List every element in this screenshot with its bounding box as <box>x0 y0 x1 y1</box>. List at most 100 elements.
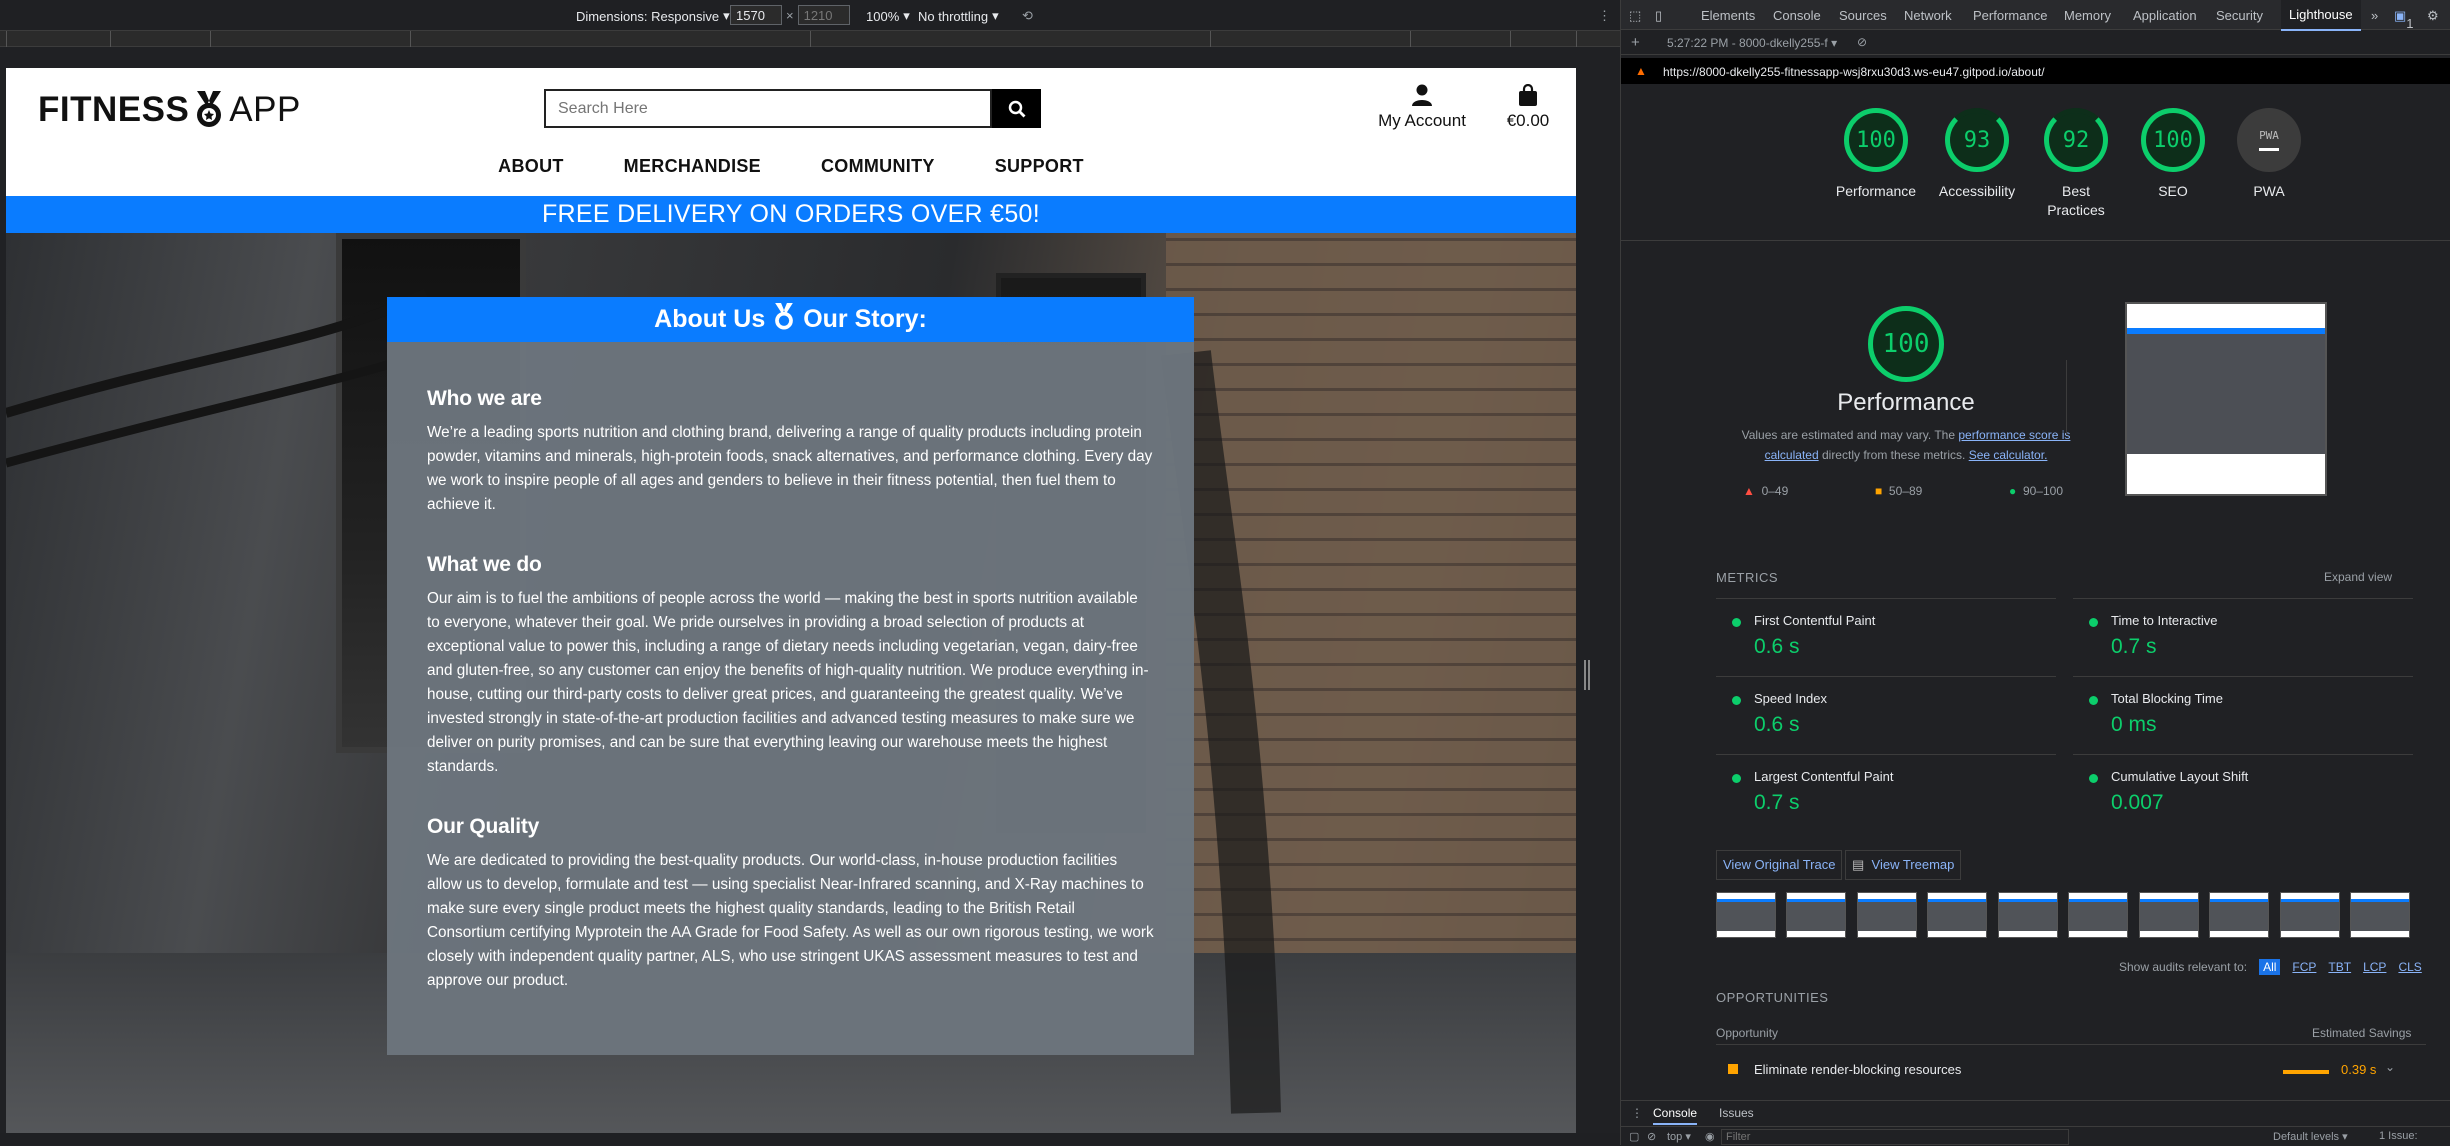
rotate-icon[interactable]: ⟲ <box>1022 8 1033 24</box>
eye-icon[interactable]: ◉ <box>1705 1130 1715 1143</box>
calculator-link[interactable]: See calculator. <box>1969 448 2048 462</box>
tab-console[interactable]: Console <box>1773 8 1821 23</box>
issues-badge[interactable]: ▣ 1 <box>2394 8 2414 31</box>
pwa-dash-icon <box>2259 148 2279 151</box>
cart-link[interactable]: €0.00 <box>1502 83 1554 131</box>
dimensions-select[interactable]: Dimensions: Responsive ▾ <box>576 8 730 24</box>
lighthouse-url-bar: ▲ https://8000-dkelly255-fitnessapp-wsj8… <box>1621 58 2450 84</box>
expand-view-toggle[interactable]: Expand view <box>2324 570 2392 584</box>
inspect-icon[interactable]: ⬚ <box>1629 8 1641 24</box>
context-select[interactable]: top ▾ <box>1667 1130 1691 1143</box>
add-icon[interactable]: + <box>1631 34 1640 51</box>
report-select[interactable]: 5:27:22 PM - 8000-dkelly255-f ▾ <box>1667 36 1837 50</box>
tab-sources[interactable]: Sources <box>1839 8 1887 23</box>
tab-performance[interactable]: Performance <box>1973 8 2047 23</box>
clear-console-icon[interactable]: ⊘ <box>1647 1130 1656 1143</box>
sidebar-toggle-icon[interactable]: ▢ <box>1629 1130 1639 1143</box>
throttle-select[interactable]: No throttling ▾ <box>918 8 999 24</box>
savings-column: Estimated Savings <box>2312 1026 2412 1040</box>
search-input[interactable] <box>544 89 992 128</box>
tab-network[interactable]: Network <box>1904 8 1952 23</box>
account-label: My Account <box>1378 111 1466 130</box>
about-us-card: About Us Our Story: Who we are We’re a l… <box>387 297 1194 1055</box>
section-heading: Our Quality <box>427 815 540 838</box>
score-accessibility[interactable]: 93 Accessibility <box>1927 108 2027 201</box>
tab-elements[interactable]: Elements <box>1701 8 1755 23</box>
view-treemap-button[interactable]: ▤ View Treemap <box>1845 850 1962 880</box>
drawer-tab-console[interactable]: Console <box>1653 1106 1698 1125</box>
clear-icon[interactable]: ⊘ <box>1857 35 1867 49</box>
filter-all[interactable]: All <box>2259 959 2281 975</box>
average-square-icon <box>1728 1064 1738 1074</box>
metric-value: 0.6 s <box>1754 635 1800 658</box>
filmstrip-frame <box>2280 892 2340 938</box>
zoom-select[interactable]: 100% ▾ <box>866 8 910 24</box>
height-input[interactable] <box>797 5 850 25</box>
filter-lcp[interactable]: LCP <box>2363 960 2386 974</box>
section-heading: What we do <box>427 553 542 576</box>
filmstrip-frame <box>2350 892 2410 938</box>
metric-name: Time to Interactive <box>2111 613 2218 628</box>
drawer-menu-icon[interactable]: ⋮ <box>1631 1106 1643 1120</box>
metric-value: 0 ms <box>2111 713 2157 736</box>
levels-select[interactable]: Default levels ▾ <box>2273 1130 2348 1143</box>
cart-total: €0.00 <box>1506 111 1550 130</box>
score-legend: ▲ 0–49 ■ 50–89 ● 90–100 <box>1743 484 2063 498</box>
score-pwa[interactable]: PWA PWA <box>2224 108 2314 201</box>
chevron-down-icon: ▾ <box>992 8 999 23</box>
metric-lcp: Largest Contentful Paint 0.7 s <box>1716 754 2056 832</box>
tab-lighthouse[interactable]: Lighthouse <box>2281 0 2361 31</box>
section-text: We’re a leading sports nutrition and clo… <box>427 424 1153 513</box>
page-screenshot-thumbnail[interactable] <box>2125 302 2327 496</box>
gauge-ring: 100 <box>1868 306 1944 382</box>
score-label: Best Practices <box>2047 183 2105 218</box>
nav-community[interactable]: COMMUNITY <box>821 156 935 177</box>
nav-support[interactable]: SUPPORT <box>995 156 1084 177</box>
perf-note: Values are estimated and may vary. The p… <box>1716 425 2096 465</box>
metric-speed-index: Speed Index 0.6 s <box>1716 676 2056 754</box>
section-text: We are dedicated to providing the best-q… <box>427 852 1154 989</box>
note-text: directly from these metrics. <box>1818 448 1969 462</box>
opportunity-row[interactable]: Eliminate render-blocking resources 0.39… <box>1716 1044 2426 1094</box>
score-value: 93 <box>1963 127 1991 153</box>
console-filter-input[interactable] <box>1721 1129 2069 1145</box>
my-account-link[interactable]: My Account <box>1376 84 1468 131</box>
device-toggle-icon[interactable]: ▯ <box>1655 8 1662 24</box>
tab-security[interactable]: Security <box>2216 8 2263 23</box>
score-performance[interactable]: 100 Performance <box>1831 108 1921 201</box>
times-icon: × <box>786 7 794 23</box>
more-tabs-icon[interactable]: » <box>2371 8 2378 23</box>
search-button[interactable] <box>992 89 1041 128</box>
metric-name: Speed Index <box>1754 691 1828 706</box>
metric-name: Total Blocking Time <box>2111 691 2223 706</box>
view-original-trace-button[interactable]: View Original Trace <box>1716 850 1843 880</box>
filter-cls[interactable]: CLS <box>2398 960 2421 974</box>
resize-handle[interactable] <box>1584 660 1590 690</box>
nav-about[interactable]: ABOUT <box>498 156 564 177</box>
performance-title: Performance <box>1837 389 1975 416</box>
score-seo[interactable]: 100 SEO <box>2128 108 2218 201</box>
tab-application[interactable]: Application <box>2133 8 2197 23</box>
chevron-down-icon[interactable]: ⌄ <box>2385 1060 2395 1074</box>
more-options-icon[interactable]: ⋮ <box>1598 8 1611 24</box>
drawer-tab-issues[interactable]: Issues <box>1719 1106 1754 1120</box>
width-input[interactable] <box>730 5 782 25</box>
audited-url[interactable]: https://8000-dkelly255-fitnessapp-wsj8rx… <box>1663 65 2045 79</box>
zoom-label: 100% <box>866 8 900 24</box>
legend-label: 90–100 <box>2022 484 2063 498</box>
metric-tbt: Total Blocking Time 0 ms <box>2073 676 2413 754</box>
tab-memory[interactable]: Memory <box>2064 8 2111 23</box>
metric-cls: Cumulative Layout Shift 0.007 <box>2073 754 2413 832</box>
filter-fcp[interactable]: FCP <box>2292 960 2316 974</box>
metrics-title: METRICS <box>1716 570 1778 585</box>
nav-merchandise[interactable]: MERCHANDISE <box>624 156 761 177</box>
legend-label: 50–89 <box>1888 484 1923 498</box>
filmstrip-frame <box>2209 892 2269 938</box>
metric-value: 0.7 s <box>1754 791 1800 814</box>
settings-icon[interactable]: ⚙ <box>2427 8 2439 24</box>
logo-text-right: APP <box>229 90 301 129</box>
filter-tbt[interactable]: TBT <box>2328 960 2351 974</box>
score-best-practices[interactable]: 92 Best Practices <box>2031 108 2121 220</box>
site-logo[interactable]: FITNESS APP <box>38 90 301 130</box>
issues-link[interactable]: 1 Issue: <box>2379 1130 2418 1142</box>
